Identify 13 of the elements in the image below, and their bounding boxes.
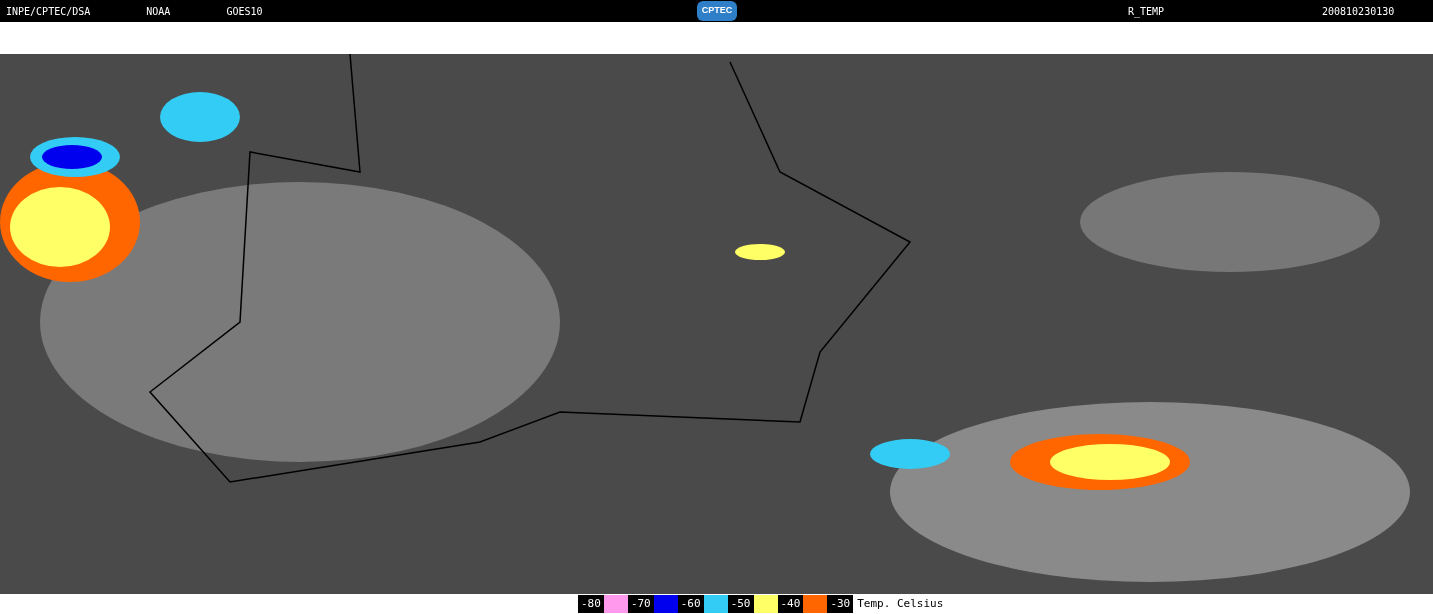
legend-label: -70: [627, 595, 654, 613]
product-label: R_TEMP: [1128, 4, 1165, 19]
legend-label: -80: [578, 595, 604, 613]
header-label: INPE/CPTEC/DSA: [6, 4, 91, 19]
legend-label: -30: [827, 595, 854, 613]
timestamp: 200810230130: [1322, 4, 1395, 19]
header-label: GOES10: [226, 4, 263, 19]
logo: CPTEC: [697, 1, 737, 21]
header-label: NOAA: [146, 4, 171, 19]
legend-label: -50: [727, 595, 754, 613]
legend-title: Temp. Celsius: [856, 595, 944, 612]
legend-label: -40: [777, 595, 804, 613]
legend-label: -60: [677, 595, 704, 613]
